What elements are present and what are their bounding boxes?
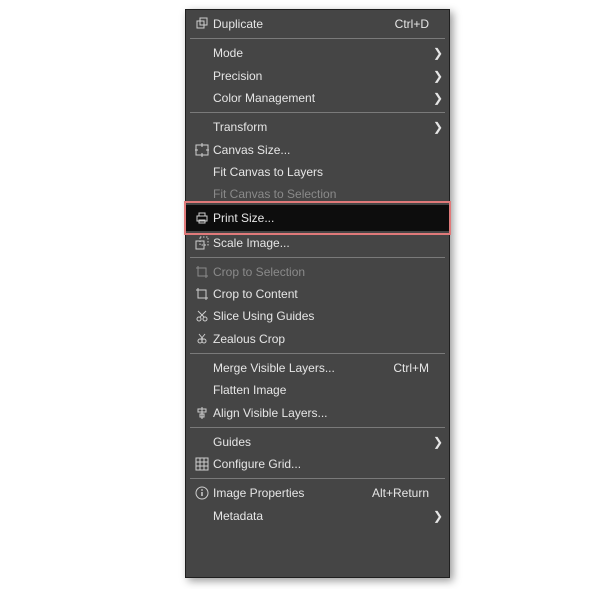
menu-item-color-management[interactable]: Color Management ❯: [186, 87, 449, 109]
menu-shortcut: Ctrl+D: [389, 17, 429, 31]
print-icon: [191, 211, 213, 225]
menu-item-zealous-crop[interactable]: Zealous Crop: [186, 328, 449, 350]
menu-item-canvas-size[interactable]: Canvas Size...: [186, 138, 449, 160]
menu-item-duplicate[interactable]: Duplicate Ctrl+D: [186, 13, 449, 35]
menu-item-precision[interactable]: Precision ❯: [186, 65, 449, 87]
menu-label: Color Management: [213, 91, 429, 105]
menu-item-transform[interactable]: Transform ❯: [186, 116, 449, 138]
menu-label: Zealous Crop: [213, 332, 429, 346]
menu-item-slice-guides[interactable]: Slice Using Guides: [186, 305, 449, 327]
chevron-right-icon: ❯: [433, 46, 443, 60]
menu-separator: [190, 257, 445, 258]
menu-label: Print Size...: [213, 211, 429, 225]
crop-icon: [191, 265, 213, 279]
menu-label: Crop to Selection: [213, 265, 429, 279]
chevron-right-icon: ❯: [433, 509, 443, 523]
zealous-crop-icon: [191, 332, 213, 346]
highlight-print-size: Print Size...: [186, 205, 449, 231]
menu-item-fit-canvas-layers[interactable]: Fit Canvas to Layers: [186, 161, 449, 183]
scale-icon: [191, 236, 213, 250]
menu-item-mode[interactable]: Mode ❯: [186, 42, 449, 64]
menu-label: Image Properties: [213, 486, 366, 500]
menu-item-guides[interactable]: Guides ❯: [186, 431, 449, 453]
menu-label: Scale Image...: [213, 236, 429, 250]
align-icon: [191, 406, 213, 420]
menu-item-metadata[interactable]: Metadata ❯: [186, 505, 449, 527]
menu-label: Merge Visible Layers...: [213, 361, 387, 375]
menu-label: Duplicate: [213, 17, 389, 31]
menu-item-print-size[interactable]: Print Size...: [186, 205, 449, 231]
chevron-right-icon: ❯: [433, 91, 443, 105]
canvas-size-icon: [191, 143, 213, 157]
menu-label: Flatten Image: [213, 383, 429, 397]
menu-item-fit-canvas-selection: Fit Canvas to Selection: [186, 183, 449, 205]
menu-label: Guides: [213, 435, 429, 449]
menu-item-configure-grid[interactable]: Configure Grid...: [186, 453, 449, 475]
image-menu: Duplicate Ctrl+D Mode ❯ Precision ❯ Colo…: [185, 9, 450, 578]
menu-label: Transform: [213, 120, 429, 134]
duplicate-icon: [191, 17, 213, 31]
menu-label: Canvas Size...: [213, 143, 429, 157]
chevron-right-icon: ❯: [433, 120, 443, 134]
menu-item-scale-image[interactable]: Scale Image...: [186, 231, 449, 253]
menu-separator: [190, 353, 445, 354]
menu-item-align-visible[interactable]: Align Visible Layers...: [186, 401, 449, 423]
menu-label: Align Visible Layers...: [213, 406, 429, 420]
menu-item-crop-selection: Crop to Selection: [186, 261, 449, 283]
info-icon: [191, 486, 213, 500]
menu-separator: [190, 112, 445, 113]
crop-icon: [191, 287, 213, 301]
menu-label: Precision: [213, 69, 429, 83]
slice-icon: [191, 309, 213, 323]
menu-label: Crop to Content: [213, 287, 429, 301]
menu-separator: [190, 38, 445, 39]
grid-icon: [191, 457, 213, 471]
menu-label: Metadata: [213, 509, 429, 523]
menu-item-flatten[interactable]: Flatten Image: [186, 379, 449, 401]
menu-separator: [190, 478, 445, 479]
menu-item-merge-visible[interactable]: Merge Visible Layers... Ctrl+M: [186, 357, 449, 379]
menu-label: Configure Grid...: [213, 457, 429, 471]
menu-item-crop-content[interactable]: Crop to Content: [186, 283, 449, 305]
menu-item-image-properties[interactable]: Image Properties Alt+Return: [186, 482, 449, 504]
menu-label: Slice Using Guides: [213, 309, 429, 323]
chevron-right-icon: ❯: [433, 69, 443, 83]
chevron-right-icon: ❯: [433, 435, 443, 449]
menu-shortcut: Ctrl+M: [387, 361, 429, 375]
menu-separator: [190, 427, 445, 428]
menu-label: Fit Canvas to Selection: [213, 187, 429, 201]
menu-label: Fit Canvas to Layers: [213, 165, 429, 179]
menu-shortcut: Alt+Return: [366, 486, 429, 500]
menu-label: Mode: [213, 46, 429, 60]
